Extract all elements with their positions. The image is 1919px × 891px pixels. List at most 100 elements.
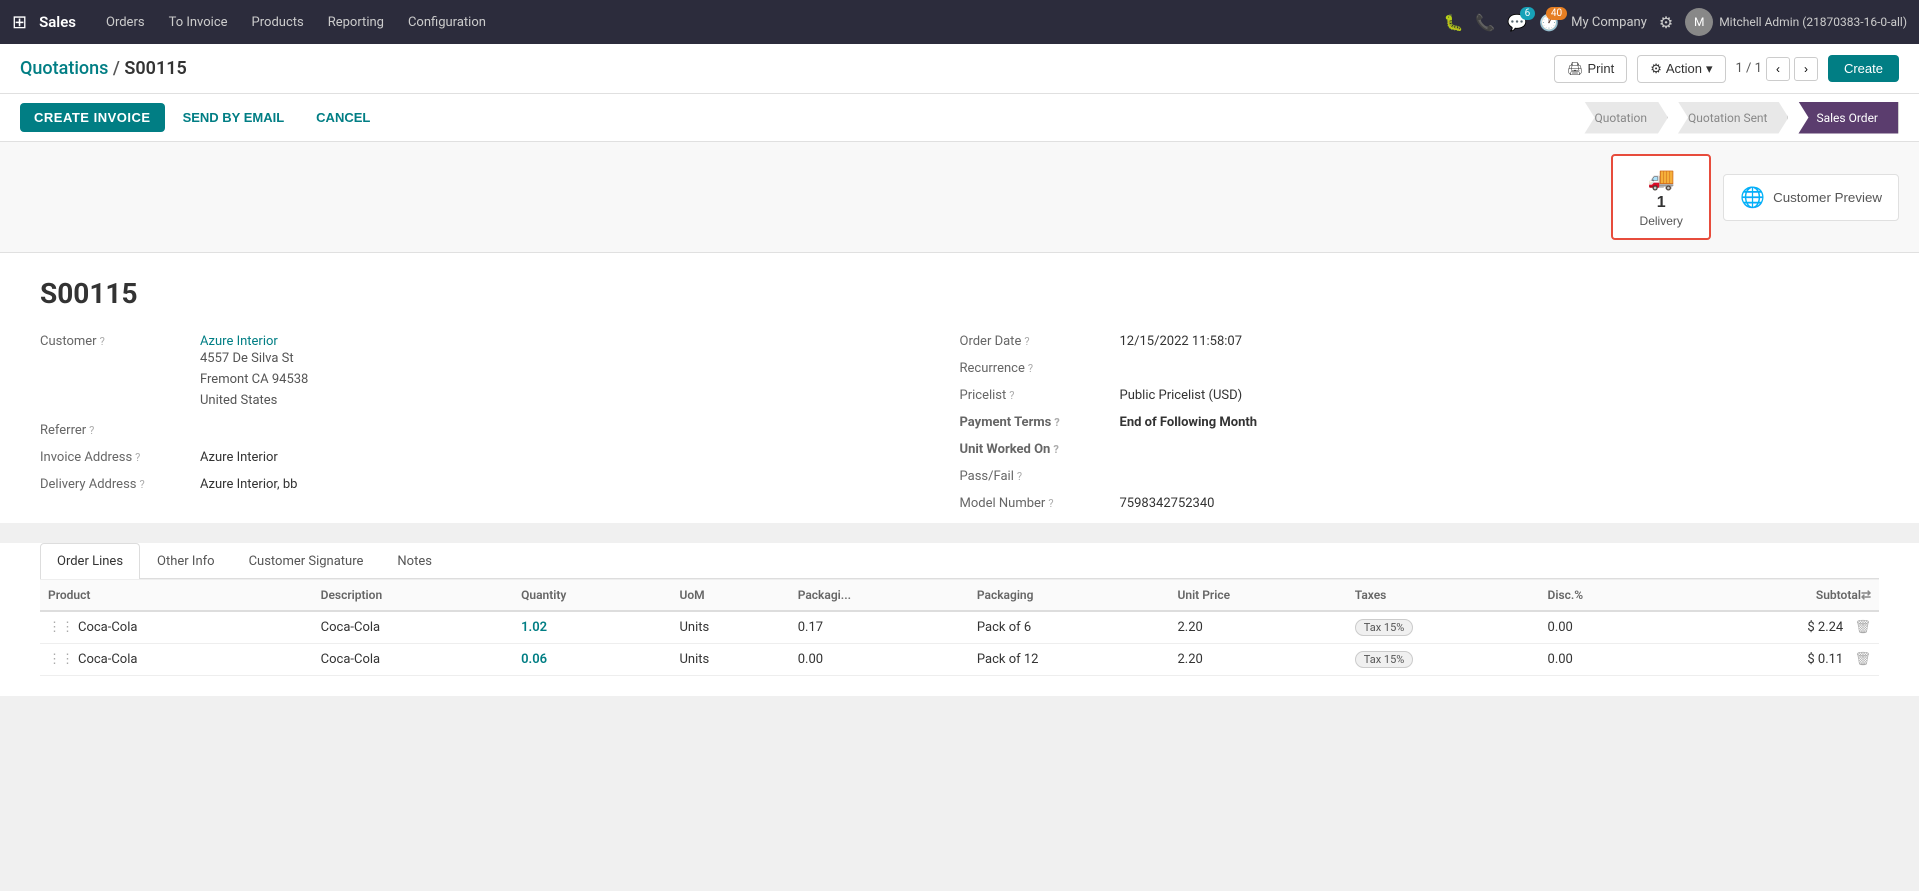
settings-icon[interactable]: ⚙ xyxy=(1659,13,1673,32)
row-packaging-qty[interactable]: 0.00 xyxy=(790,644,969,676)
pager-prev-button[interactable]: ‹ xyxy=(1766,57,1790,81)
customer-preview-button[interactable]: 🌐 Customer Preview xyxy=(1723,174,1899,221)
recurrence-help-icon[interactable]: ? xyxy=(1028,362,1033,375)
create-invoice-button[interactable]: CREATE INVOICE xyxy=(20,103,165,132)
nav-products[interactable]: Products xyxy=(242,11,314,34)
order-date-label: Order Date ? xyxy=(960,334,1120,349)
delivery-address-value[interactable]: Azure Interior, bb xyxy=(200,477,297,492)
cancel-button[interactable]: CANCEL xyxy=(302,103,384,132)
row-unit-price[interactable]: 2.20 xyxy=(1169,611,1346,644)
apps-menu-icon[interactable]: ⊞ xyxy=(12,12,27,33)
pricelist-row: Pricelist ? Public Pricelist (USD) xyxy=(960,388,1880,403)
pass-fail-label: Pass/Fail ? xyxy=(960,469,1120,484)
chat-badge: 6 xyxy=(1520,7,1536,20)
table-settings-icon[interactable]: ⇄ xyxy=(1861,588,1871,602)
row-unit-price[interactable]: 2.20 xyxy=(1169,644,1346,676)
breadcrumb: Quotations / S00115 xyxy=(20,58,187,79)
chat-icon[interactable]: 💬 6 xyxy=(1507,13,1527,32)
row-packaging[interactable]: Pack of 12 xyxy=(969,644,1170,676)
row-uom[interactable]: Units xyxy=(671,644,789,676)
status-quotation-sent[interactable]: Quotation Sent xyxy=(1668,102,1789,134)
model-number-label: Model Number ? xyxy=(960,496,1120,511)
nav-configuration[interactable]: Configuration xyxy=(398,11,496,34)
company-name[interactable]: My Company xyxy=(1571,15,1647,30)
unit-worked-on-help-icon[interactable]: ? xyxy=(1053,443,1058,456)
referrer-help-icon[interactable]: ? xyxy=(89,424,94,437)
activity-badge: 40 xyxy=(1546,7,1567,20)
table-row: ⋮⋮ Coca-Cola Coca-Cola 0.06 Units 0.00 Pa… xyxy=(40,644,1879,676)
print-button[interactable]: 🖨 Print xyxy=(1554,55,1627,83)
row-quantity[interactable]: 0.06 xyxy=(513,644,671,676)
tab-customer-signature[interactable]: Customer Signature xyxy=(232,543,381,579)
avatar: M xyxy=(1685,8,1713,36)
breadcrumb-parent[interactable]: Quotations xyxy=(20,58,108,79)
row-disc[interactable]: 0.00 xyxy=(1540,611,1673,644)
order-date-row: Order Date ? 12/15/2022 11:58:07 xyxy=(960,334,1880,349)
tab-notes[interactable]: Notes xyxy=(380,543,449,579)
sort-handle-icon[interactable]: ⋮⋮ xyxy=(48,652,74,667)
delivery-address-row: Delivery Address ? Azure Interior, bb xyxy=(40,477,960,492)
product-name-link[interactable]: Coca-Cola xyxy=(78,620,137,635)
unit-worked-on-label: Unit Worked On ? xyxy=(960,442,1120,457)
row-description: Coca-Cola xyxy=(313,644,513,676)
order-date-help-icon[interactable]: ? xyxy=(1024,335,1029,348)
payment-terms-value[interactable]: End of Following Month xyxy=(1120,415,1258,430)
top-navigation: ⊞ Sales Orders To Invoice Products Repor… xyxy=(0,0,1919,44)
model-number-help-icon[interactable]: ? xyxy=(1048,497,1053,510)
delivery-smart-button[interactable]: 🚚 1 Delivery xyxy=(1611,154,1711,240)
col-description: Description xyxy=(313,580,513,612)
status-quotation[interactable]: Quotation xyxy=(1575,102,1668,134)
customer-help-icon[interactable]: ? xyxy=(100,335,105,348)
debug-icon[interactable]: 🐛 xyxy=(1443,13,1463,32)
delete-row-icon[interactable]: 🗑 xyxy=(1854,620,1871,635)
delivery-icon: 🚚 xyxy=(1648,166,1675,192)
referrer-label: Referrer ? xyxy=(40,423,200,438)
phone-icon[interactable]: 📞 xyxy=(1475,13,1495,32)
tabs: Order Lines Other Info Customer Signatur… xyxy=(40,543,1879,579)
referrer-row: Referrer ? xyxy=(40,423,960,438)
col-packaging-qty: Packagi... xyxy=(790,580,969,612)
create-button[interactable]: Create xyxy=(1828,55,1899,82)
product-name-link[interactable]: Coca-Cola xyxy=(78,652,137,667)
action-button[interactable]: ⚙ Action ▾ xyxy=(1637,55,1725,83)
col-disc: Disc.% xyxy=(1540,580,1673,612)
tab-other-info[interactable]: Other Info xyxy=(140,543,232,579)
pricelist-value[interactable]: Public Pricelist (USD) xyxy=(1120,388,1243,403)
nav-reporting[interactable]: Reporting xyxy=(318,11,394,34)
nav-orders[interactable]: Orders xyxy=(96,11,155,34)
send-by-email-button[interactable]: SEND BY EMAIL xyxy=(169,103,299,132)
col-taxes: Taxes xyxy=(1347,580,1540,612)
tab-order-lines[interactable]: Order Lines xyxy=(40,543,140,579)
invoice-address-help-icon[interactable]: ? xyxy=(135,451,140,464)
row-disc[interactable]: 0.00 xyxy=(1540,644,1673,676)
pass-fail-help-icon[interactable]: ? xyxy=(1017,470,1022,483)
user-menu[interactable]: M Mitchell Admin (21870383-16-0-all) xyxy=(1685,8,1907,36)
delivery-address-help-icon[interactable]: ? xyxy=(140,478,145,491)
order-date-value: 12/15/2022 11:58:07 xyxy=(1120,334,1243,349)
brand-label[interactable]: Sales xyxy=(39,13,76,31)
status-sales-order[interactable]: Sales Order xyxy=(1788,102,1899,134)
recurrence-label: Recurrence ? xyxy=(960,361,1120,376)
sort-handle-icon[interactable]: ⋮⋮ xyxy=(48,620,74,635)
pricelist-help-icon[interactable]: ? xyxy=(1009,389,1014,402)
row-subtotal: $ 2.24 🗑 xyxy=(1673,611,1879,644)
row-taxes: Tax 15% xyxy=(1347,644,1540,676)
table-area: Product Description Quantity UoM Packagi… xyxy=(0,579,1919,696)
row-quantity[interactable]: 1.02 xyxy=(513,611,671,644)
globe-icon: 🌐 xyxy=(1740,185,1765,210)
row-packaging-qty[interactable]: 0.17 xyxy=(790,611,969,644)
invoice-address-value[interactable]: Azure Interior xyxy=(200,450,278,465)
row-packaging[interactable]: Pack of 6 xyxy=(969,611,1170,644)
row-uom[interactable]: Units xyxy=(671,611,789,644)
model-number-row: Model Number ? 7598342752340 xyxy=(960,496,1880,511)
tax-badge[interactable]: Tax 15% xyxy=(1355,619,1414,636)
pager-next-button[interactable]: › xyxy=(1794,57,1818,81)
activity-icon[interactable]: 🕐 40 xyxy=(1539,13,1559,32)
customer-name[interactable]: Azure Interior xyxy=(200,334,308,349)
user-name: Mitchell Admin (21870383-16-0-all) xyxy=(1719,15,1907,29)
nav-to-invoice[interactable]: To Invoice xyxy=(159,11,238,34)
payment-terms-help-icon[interactable]: ? xyxy=(1054,416,1059,429)
delete-row-icon[interactable]: 🗑 xyxy=(1854,652,1871,667)
row-subtotal: $ 0.11 🗑 xyxy=(1673,644,1879,676)
tax-badge[interactable]: Tax 15% xyxy=(1355,651,1414,668)
